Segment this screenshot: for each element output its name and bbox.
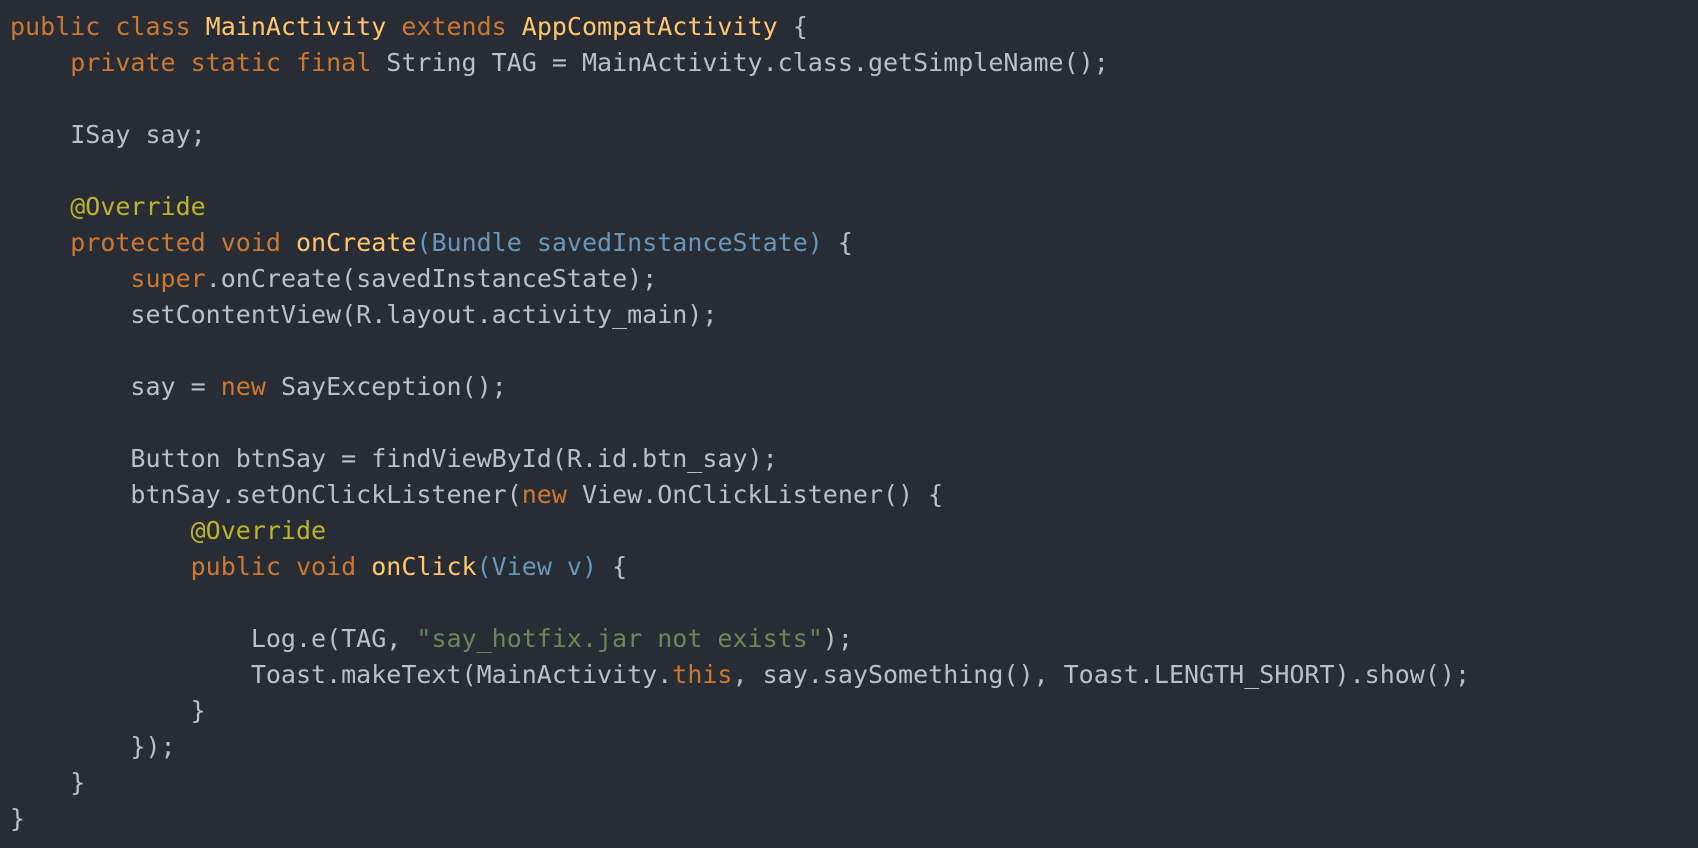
code-token-plain: ISay say; <box>10 120 206 149</box>
code-token-plain: View.OnClickListener() { <box>581 480 944 509</box>
code-token-kw: new <box>521 480 582 509</box>
code-line: setContentView(R.layout.activity_main); <box>10 297 1698 333</box>
code-line: } <box>10 693 1698 729</box>
code-line: Toast.makeText(MainActivity.this, say.sa… <box>10 657 1698 693</box>
code-token-plain: } <box>10 696 206 725</box>
code-token-str: "say_hotfix.jar not exists" <box>416 624 823 653</box>
code-token-plain: { <box>837 228 853 257</box>
code-token-cls: AppCompatActivity <box>521 12 793 41</box>
code-line: say = new SayException(); <box>10 369 1698 405</box>
code-token-plain: btnSay.setOnClickListener( <box>10 480 522 509</box>
code-token-plain: } <box>10 804 26 833</box>
code-block[interactable]: public class MainActivity extends AppCom… <box>10 9 1698 837</box>
code-token-plain: String TAG = MainActivity.class.getSimpl… <box>386 48 1109 77</box>
code-token-plain: Button btnSay = findViewById(R.id.btn_sa… <box>10 444 778 473</box>
code-token-plain: say = <box>10 372 221 401</box>
code-editor[interactable]: public class MainActivity extends AppCom… <box>0 0 1698 848</box>
code-token-plain: , say.saySomething(), Toast.LENGTH_SHORT… <box>732 660 1470 689</box>
code-token-plain: Toast.makeText(MainActivity. <box>10 660 673 689</box>
code-token-plain: { <box>612 552 628 581</box>
code-token-kw: extends <box>401 12 522 41</box>
code-line: }); <box>10 729 1698 765</box>
code-line: super.onCreate(savedInstanceState); <box>10 261 1698 297</box>
code-line: btnSay.setOnClickListener(new View.OnCli… <box>10 477 1698 513</box>
code-token-kw: protected void <box>70 228 296 257</box>
code-line: protected void onCreate(Bundle savedInst… <box>10 225 1698 261</box>
code-line: Button btnSay = findViewById(R.id.btn_sa… <box>10 441 1698 477</box>
code-token-kw: private static final <box>70 48 387 77</box>
code-token-ann: @Override <box>70 192 206 221</box>
code-token-kw: new <box>220 372 281 401</box>
code-token-param: (View v) <box>476 552 613 581</box>
code-token-cls: onClick <box>371 552 477 581</box>
code-token-plain: }); <box>10 732 176 761</box>
code-token-plain: setContentView(R.layout.activity_main); <box>10 300 718 329</box>
code-line: Log.e(TAG, "say_hotfix.jar not exists"); <box>10 621 1698 657</box>
code-line: ISay say; <box>10 117 1698 153</box>
code-token-kw: this <box>672 660 733 689</box>
code-token-plain: { <box>792 12 808 41</box>
code-line: @Override <box>10 189 1698 225</box>
code-line: @Override <box>10 513 1698 549</box>
code-token-ann: @Override <box>190 516 327 545</box>
code-token-kw: public void <box>190 552 372 581</box>
code-token-kw: public class <box>10 12 206 41</box>
code-line: private static final String TAG = MainAc… <box>10 45 1698 81</box>
code-token-kw: super <box>130 264 206 293</box>
code-token-cls: MainActivity <box>205 12 402 41</box>
code-token-plain: } <box>10 768 86 797</box>
code-token-plain: ); <box>822 624 853 653</box>
code-line: } <box>10 765 1698 801</box>
code-token-plain: SayException(); <box>280 372 507 401</box>
code-token-cls: onCreate <box>296 228 417 257</box>
code-token-plain: Log.e(TAG, <box>10 624 417 653</box>
code-token-plain: .onCreate(savedInstanceState); <box>205 264 658 293</box>
code-line: public void onClick(View v) { <box>10 549 1698 585</box>
code-line: public class MainActivity extends AppCom… <box>10 9 1698 45</box>
code-token-param: (Bundle savedInstanceState) <box>416 228 838 257</box>
code-line: } <box>10 801 1698 837</box>
